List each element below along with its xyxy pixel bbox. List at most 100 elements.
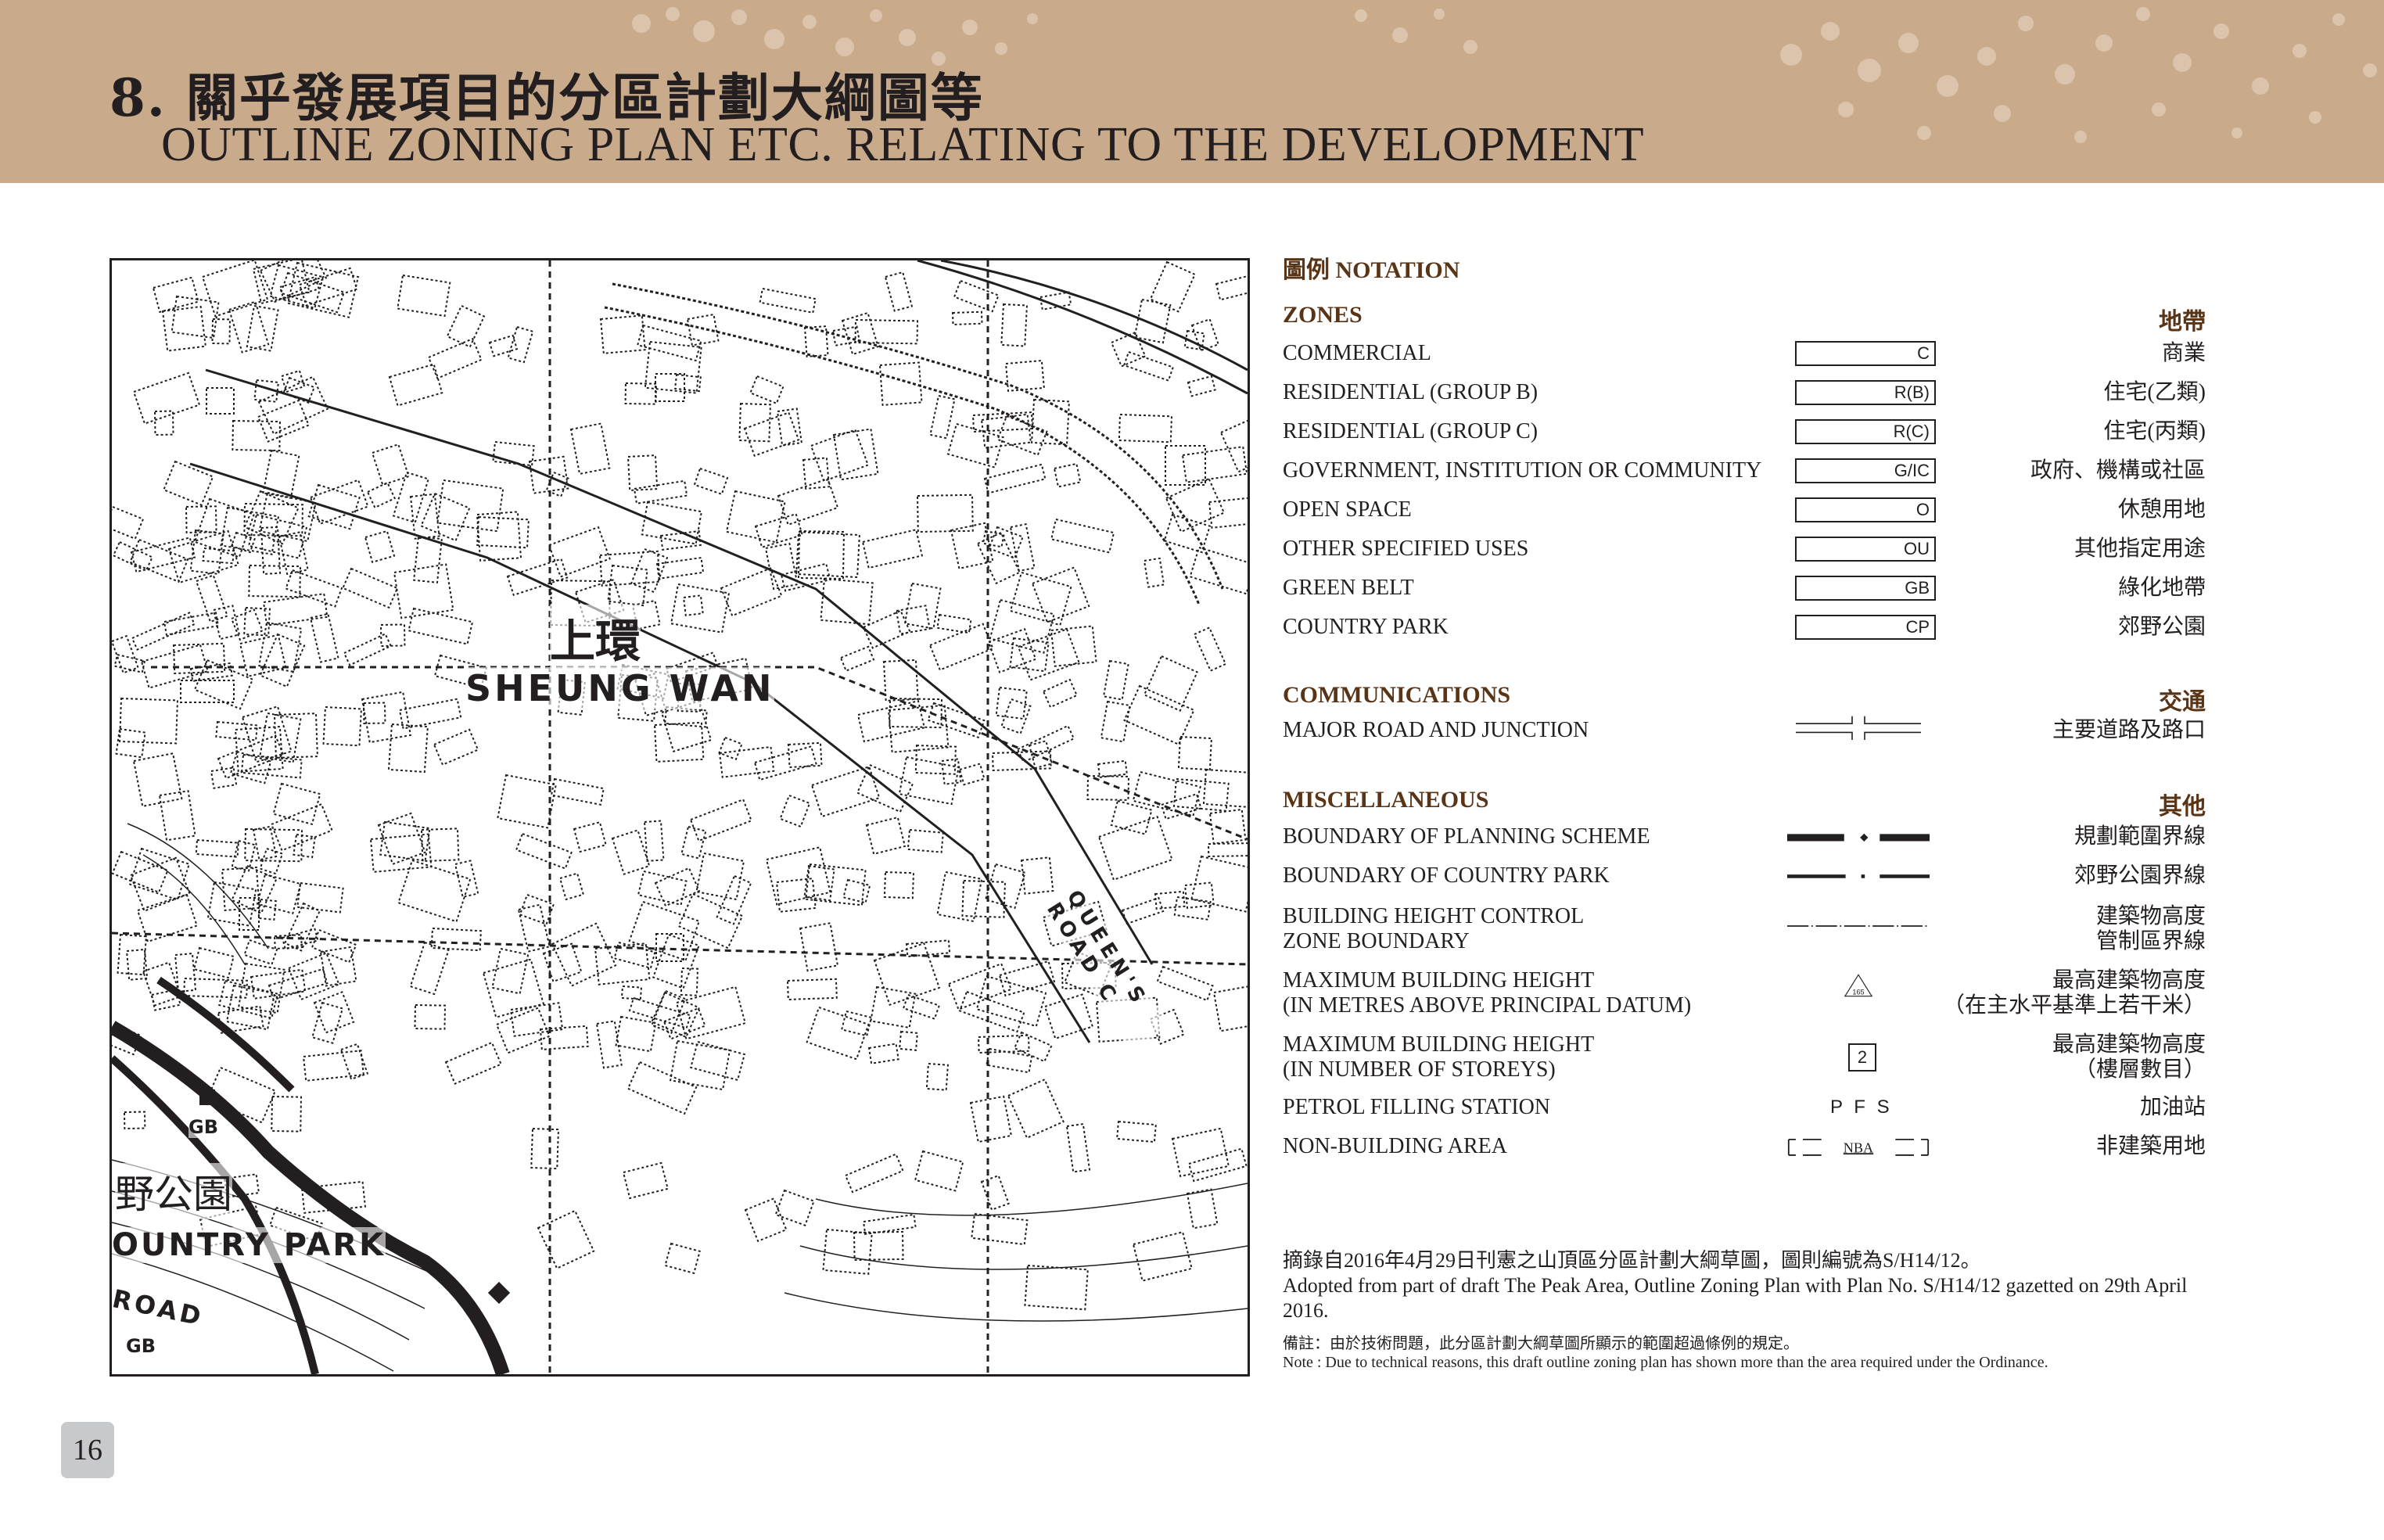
- map-building-block: [397, 274, 451, 318]
- map-building-block: [903, 582, 942, 630]
- map-building-block: [262, 593, 329, 626]
- map-building-block: [161, 305, 206, 352]
- legend-title: 圖例 NOTATION: [1283, 257, 1460, 283]
- map-building-block: [655, 373, 685, 402]
- misc-heading-en: MISCELLANEOUS: [1283, 787, 1489, 813]
- legend-label-en-line1: MAXIMUM BUILDING HEIGHT: [1283, 1032, 1595, 1057]
- map-building-block: [115, 727, 146, 759]
- map-building-block: [989, 598, 1055, 654]
- legend-label-zh: 郊野公園界線: [2073, 863, 2206, 888]
- map-building-block: [1009, 523, 1036, 573]
- map-building-block: [664, 1242, 701, 1275]
- map-building-block: [1017, 628, 1080, 681]
- map-building-block: [307, 483, 361, 530]
- map-building-block: [624, 382, 658, 405]
- map-building-block: [243, 606, 271, 637]
- communications-heading-zh: 交通: [2159, 689, 2206, 715]
- map-building-block: [1009, 571, 1072, 626]
- planning-boundary-symbol: [1787, 833, 1930, 842]
- map-building-block: [844, 1153, 904, 1194]
- map-building-block: [637, 324, 702, 362]
- map-building-block: [643, 820, 665, 862]
- map-building-block: [925, 1062, 950, 1091]
- map-building-block: [117, 933, 147, 976]
- map-building-block: [689, 798, 752, 842]
- map-building-block: [128, 847, 191, 901]
- map-building-block: [495, 1007, 551, 1054]
- map-building-block: [537, 1209, 595, 1269]
- legend-row-max-height-storeys: MAXIMUM BUILDING HEIGHT (IN NUMBER OF ST…: [1283, 1032, 2206, 1087]
- legend-row-zone: COUNTRY PARK CP 郊野公園: [1283, 615, 2206, 654]
- map-building-block: [1208, 808, 1247, 845]
- map-building-block: [630, 547, 669, 594]
- map-building-block: [674, 373, 702, 393]
- map-building-block: [413, 535, 443, 583]
- country-park-boundary-symbol: [1787, 874, 1930, 878]
- map-building-block: [1193, 626, 1227, 672]
- map-building-block: [243, 939, 278, 966]
- map-building-block: [867, 1043, 899, 1064]
- map-building-block: [1177, 735, 1212, 771]
- map-building-block: [195, 838, 239, 858]
- map-building-block: [839, 645, 875, 672]
- map-building-block: [744, 1197, 788, 1243]
- map-building-block: [988, 526, 1024, 559]
- map-building-block: [387, 723, 429, 774]
- map-building-block: [718, 736, 743, 761]
- map-building-block: [1118, 413, 1172, 443]
- map-building-block: [595, 1020, 623, 1069]
- map-building-block: [799, 922, 839, 972]
- map-building-block: [550, 777, 605, 806]
- map-building-block: [112, 505, 145, 540]
- map-label-district-en: SHEUNG WAN: [465, 667, 775, 709]
- map-linework: [112, 260, 1248, 1374]
- map-building-block: [1065, 1122, 1091, 1173]
- map-building-block: [1121, 896, 1165, 925]
- map-building-block: [132, 752, 183, 808]
- map-building-block: [1100, 700, 1131, 743]
- map-building-block: [195, 574, 228, 623]
- legend-label-en: BOUNDARY OF COUNTRY PARK: [1283, 863, 1610, 888]
- map-building-block: [262, 449, 300, 500]
- storey-box-icon: 2: [1848, 1043, 1876, 1072]
- map-building-block: [905, 939, 951, 958]
- map-building-block: [436, 479, 504, 533]
- map-building-block: [1102, 659, 1129, 701]
- map-building-block: [488, 334, 519, 357]
- map-building-block: [573, 820, 607, 853]
- map-building-block: [883, 871, 915, 899]
- map-building-block: [388, 363, 443, 407]
- map-building-block: [491, 947, 530, 995]
- height-control-boundary-symbol: [1787, 925, 1930, 927]
- legend-label-en: NON-BUILDING AREA: [1283, 1134, 1507, 1158]
- map-building-block: [1050, 518, 1115, 554]
- legend-label-en-block: MAXIMUM BUILDING HEIGHT (IN METRES ABOVE…: [1283, 968, 1691, 1018]
- legend-row-max-height-metres: MAXIMUM BUILDING HEIGHT (IN METRES ABOVE…: [1283, 968, 2206, 1023]
- map-building-block: [132, 372, 201, 425]
- legend-label-zh: 其他指定用途: [2073, 537, 2206, 561]
- map-building-block: [1212, 984, 1248, 1032]
- map-building-block: [279, 271, 346, 314]
- map-building-block: [1122, 350, 1175, 382]
- map-building-block: [257, 898, 277, 921]
- legend-label-zh: 加油站: [2139, 1095, 2206, 1119]
- map-building-block: [270, 802, 333, 852]
- map-building-block: [1208, 496, 1248, 529]
- map-building-block: [786, 978, 838, 1001]
- legend-row-planning-boundary: BOUNDARY OF PLANNING SCHEME 規劃範圍界線: [1283, 824, 2206, 863]
- map-building-block: [936, 871, 983, 923]
- map-building-block: [123, 1111, 146, 1130]
- legend-label-en-block: BUILDING HEIGHT CONTROL ZONE BOUNDARY: [1283, 904, 1584, 954]
- map-building-block: [928, 623, 994, 671]
- map-building-block: [1215, 273, 1248, 301]
- legend-label-zh-line1: 建築物高度: [2095, 904, 2206, 928]
- zone-code-box: C: [1795, 341, 1936, 366]
- map-building-block: [765, 846, 831, 906]
- map-building-block: [865, 816, 907, 856]
- map-building-block: [916, 494, 974, 533]
- map-building-block: [951, 311, 983, 326]
- map-building-block: [246, 304, 279, 352]
- legend-label-en-line2: ZONE BOUNDARY: [1283, 929, 1470, 953]
- map-building-block: [515, 832, 573, 870]
- header-band: 8. 關乎發展項目的分區計劃大綱圖等 OUTLINE ZONING PLAN E…: [0, 0, 2384, 183]
